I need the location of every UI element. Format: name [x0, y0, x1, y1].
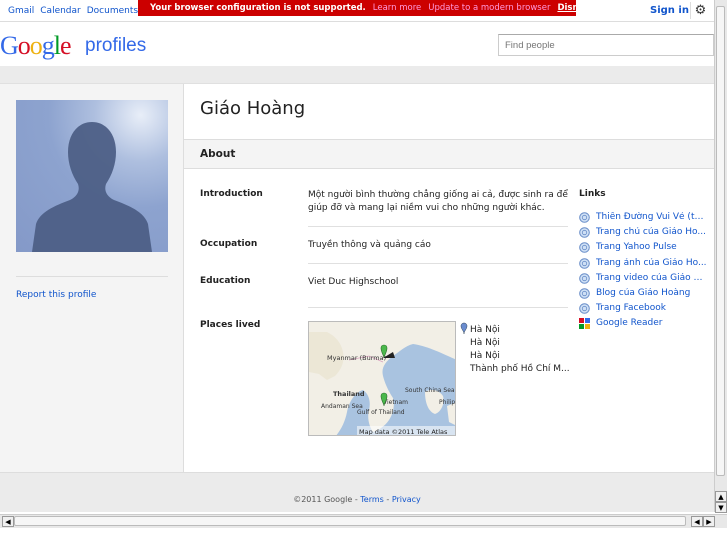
report-profile-link[interactable]: Report this profile — [16, 290, 96, 300]
link-item[interactable]: Trang Facebook — [579, 303, 709, 317]
dismiss-link[interactable]: Dismiss — [557, 3, 594, 13]
place-item: Hà Nội — [470, 325, 500, 335]
scroll-right-arrow-icon[interactable]: ▶ — [703, 516, 715, 527]
header: Google profiles — [0, 22, 714, 66]
link-label[interactable]: Trang Facebook — [596, 303, 708, 313]
map-label: Vietnam — [383, 399, 408, 406]
gear-icon[interactable]: ⚙ — [690, 2, 710, 19]
globe-icon — [579, 212, 590, 223]
profiles-wordmark: profiles — [85, 35, 147, 56]
introduction-value: Một người bình thường chẳng giống ai cả,… — [308, 190, 568, 213]
row-divider — [308, 263, 568, 264]
globe-icon — [579, 257, 590, 269]
globe-icon — [579, 288, 590, 299]
left-divider — [16, 276, 168, 277]
learn-more-link[interactable]: Learn more — [373, 3, 421, 13]
places-lived-label: Places lived — [200, 320, 261, 330]
footer-text: ©2011 Google - Terms - Privacy — [293, 495, 421, 504]
link-item[interactable]: Trang chủ của Giáo Ho... — [579, 227, 709, 241]
scroll-up-arrow-icon[interactable]: ▲ — [715, 491, 727, 502]
link-label[interactable]: Blog của Giáo Hoàng — [596, 288, 708, 298]
scroll-down-arrow-icon[interactable]: ▼ — [715, 502, 727, 513]
occupation-label: Occupation — [200, 239, 258, 249]
education-value: Viet Duc Highschool — [308, 277, 399, 287]
google-logo[interactable]: Google — [0, 31, 72, 61]
education-label: Education — [200, 276, 251, 286]
google-reader-icon — [579, 318, 590, 330]
link-label[interactable]: Trang video của Giáo H... — [596, 273, 708, 283]
find-people-input[interactable] — [498, 34, 714, 56]
header-divider-strip — [0, 66, 714, 84]
globe-icon — [579, 227, 590, 238]
top-nav: Gmail Calendar Documents — [8, 6, 138, 16]
link-item[interactable]: Blog của Giáo Hoàng — [579, 288, 709, 302]
main-area: Report this profile Giáo Hoàng About Int… — [0, 84, 715, 472]
row-divider — [308, 226, 568, 227]
about-header: About — [184, 139, 715, 169]
top-bar: Gmail Calendar Documents Your browser co… — [0, 0, 714, 22]
row-divider — [308, 307, 568, 308]
default-avatar-silhouette-icon — [32, 122, 152, 252]
horizontal-scroll-thumb[interactable] — [14, 516, 686, 526]
map-credit: Map data ©2011 Tele Atlas — [359, 428, 448, 436]
link-item[interactable]: Trang Yahoo Pulse — [579, 242, 709, 256]
places-map[interactable]: Myanmar (Burma) Thailand South China Sea… — [308, 321, 456, 436]
link-item[interactable]: Trang ảnh của Giáo Ho... — [579, 258, 709, 272]
link-label[interactable]: Thiên Đường Vui Vẻ (tu... — [596, 212, 708, 222]
map-pin-icon — [460, 322, 468, 334]
link-item[interactable]: Google Reader — [579, 318, 709, 332]
link-label[interactable]: Google Reader — [596, 318, 708, 328]
map-label: Philip — [439, 399, 455, 406]
vertical-scroll-thumb[interactable] — [716, 6, 725, 476]
profile-name: Giáo Hoàng — [200, 98, 306, 119]
link-item[interactable]: Thiên Đường Vui Vẻ (tu... — [579, 212, 709, 226]
terms-link[interactable]: Terms — [360, 495, 384, 504]
links-title: Links — [579, 189, 606, 199]
scroll-left-arrow-icon[interactable]: ◀ — [691, 516, 703, 527]
map-label: South China Sea — [405, 387, 455, 394]
about-title: About — [200, 148, 236, 160]
link-item[interactable]: Trang video của Giáo H... — [579, 273, 709, 287]
unsupported-browser-banner: Your browser configuration is not suppor… — [138, 0, 594, 16]
footer: ©2011 Google - Terms - Privacy — [0, 472, 714, 512]
update-browser-link[interactable]: Update to a modern browser — [428, 3, 550, 13]
gmail-link[interactable]: Gmail — [8, 6, 34, 16]
map-label: Myanmar (Burma) — [327, 354, 386, 362]
introduction-label: Introduction — [200, 189, 263, 199]
link-label[interactable]: Trang chủ của Giáo Ho... — [596, 227, 708, 237]
place-item: Hà Nội — [470, 351, 500, 361]
calendar-link[interactable]: Calendar — [40, 6, 80, 16]
scroll-left-arrow-icon[interactable]: ◀ — [2, 516, 14, 527]
place-item: Hà Nội — [470, 338, 500, 348]
globe-icon — [579, 303, 590, 314]
globe-icon — [579, 242, 590, 254]
profile-content: Giáo Hoàng About Introduction Một người … — [183, 84, 715, 472]
sign-in-link[interactable]: Sign in — [650, 5, 689, 16]
window-bottom — [0, 528, 727, 545]
globe-icon — [579, 272, 590, 284]
map-graphic: Myanmar (Burma) Thailand South China Sea… — [309, 322, 455, 436]
profile-photo — [16, 100, 168, 252]
link-label[interactable]: Trang ảnh của Giáo Ho... — [596, 258, 708, 268]
place-item: Thành phố Hồ Chí M... — [470, 364, 570, 374]
occupation-value: Truyền thông và quảng cáo — [308, 240, 431, 250]
map-label: Gulf of Thailand — [357, 409, 405, 416]
banner-text: Your browser configuration is not suppor… — [150, 3, 366, 13]
privacy-link[interactable]: Privacy — [392, 495, 421, 504]
copyright: ©2011 Google - — [293, 495, 361, 504]
link-label[interactable]: Trang Yahoo Pulse — [596, 242, 708, 252]
map-label: Thailand — [333, 390, 365, 398]
documents-link[interactable]: Documents — [87, 6, 138, 16]
left-column: Report this profile — [0, 84, 183, 472]
